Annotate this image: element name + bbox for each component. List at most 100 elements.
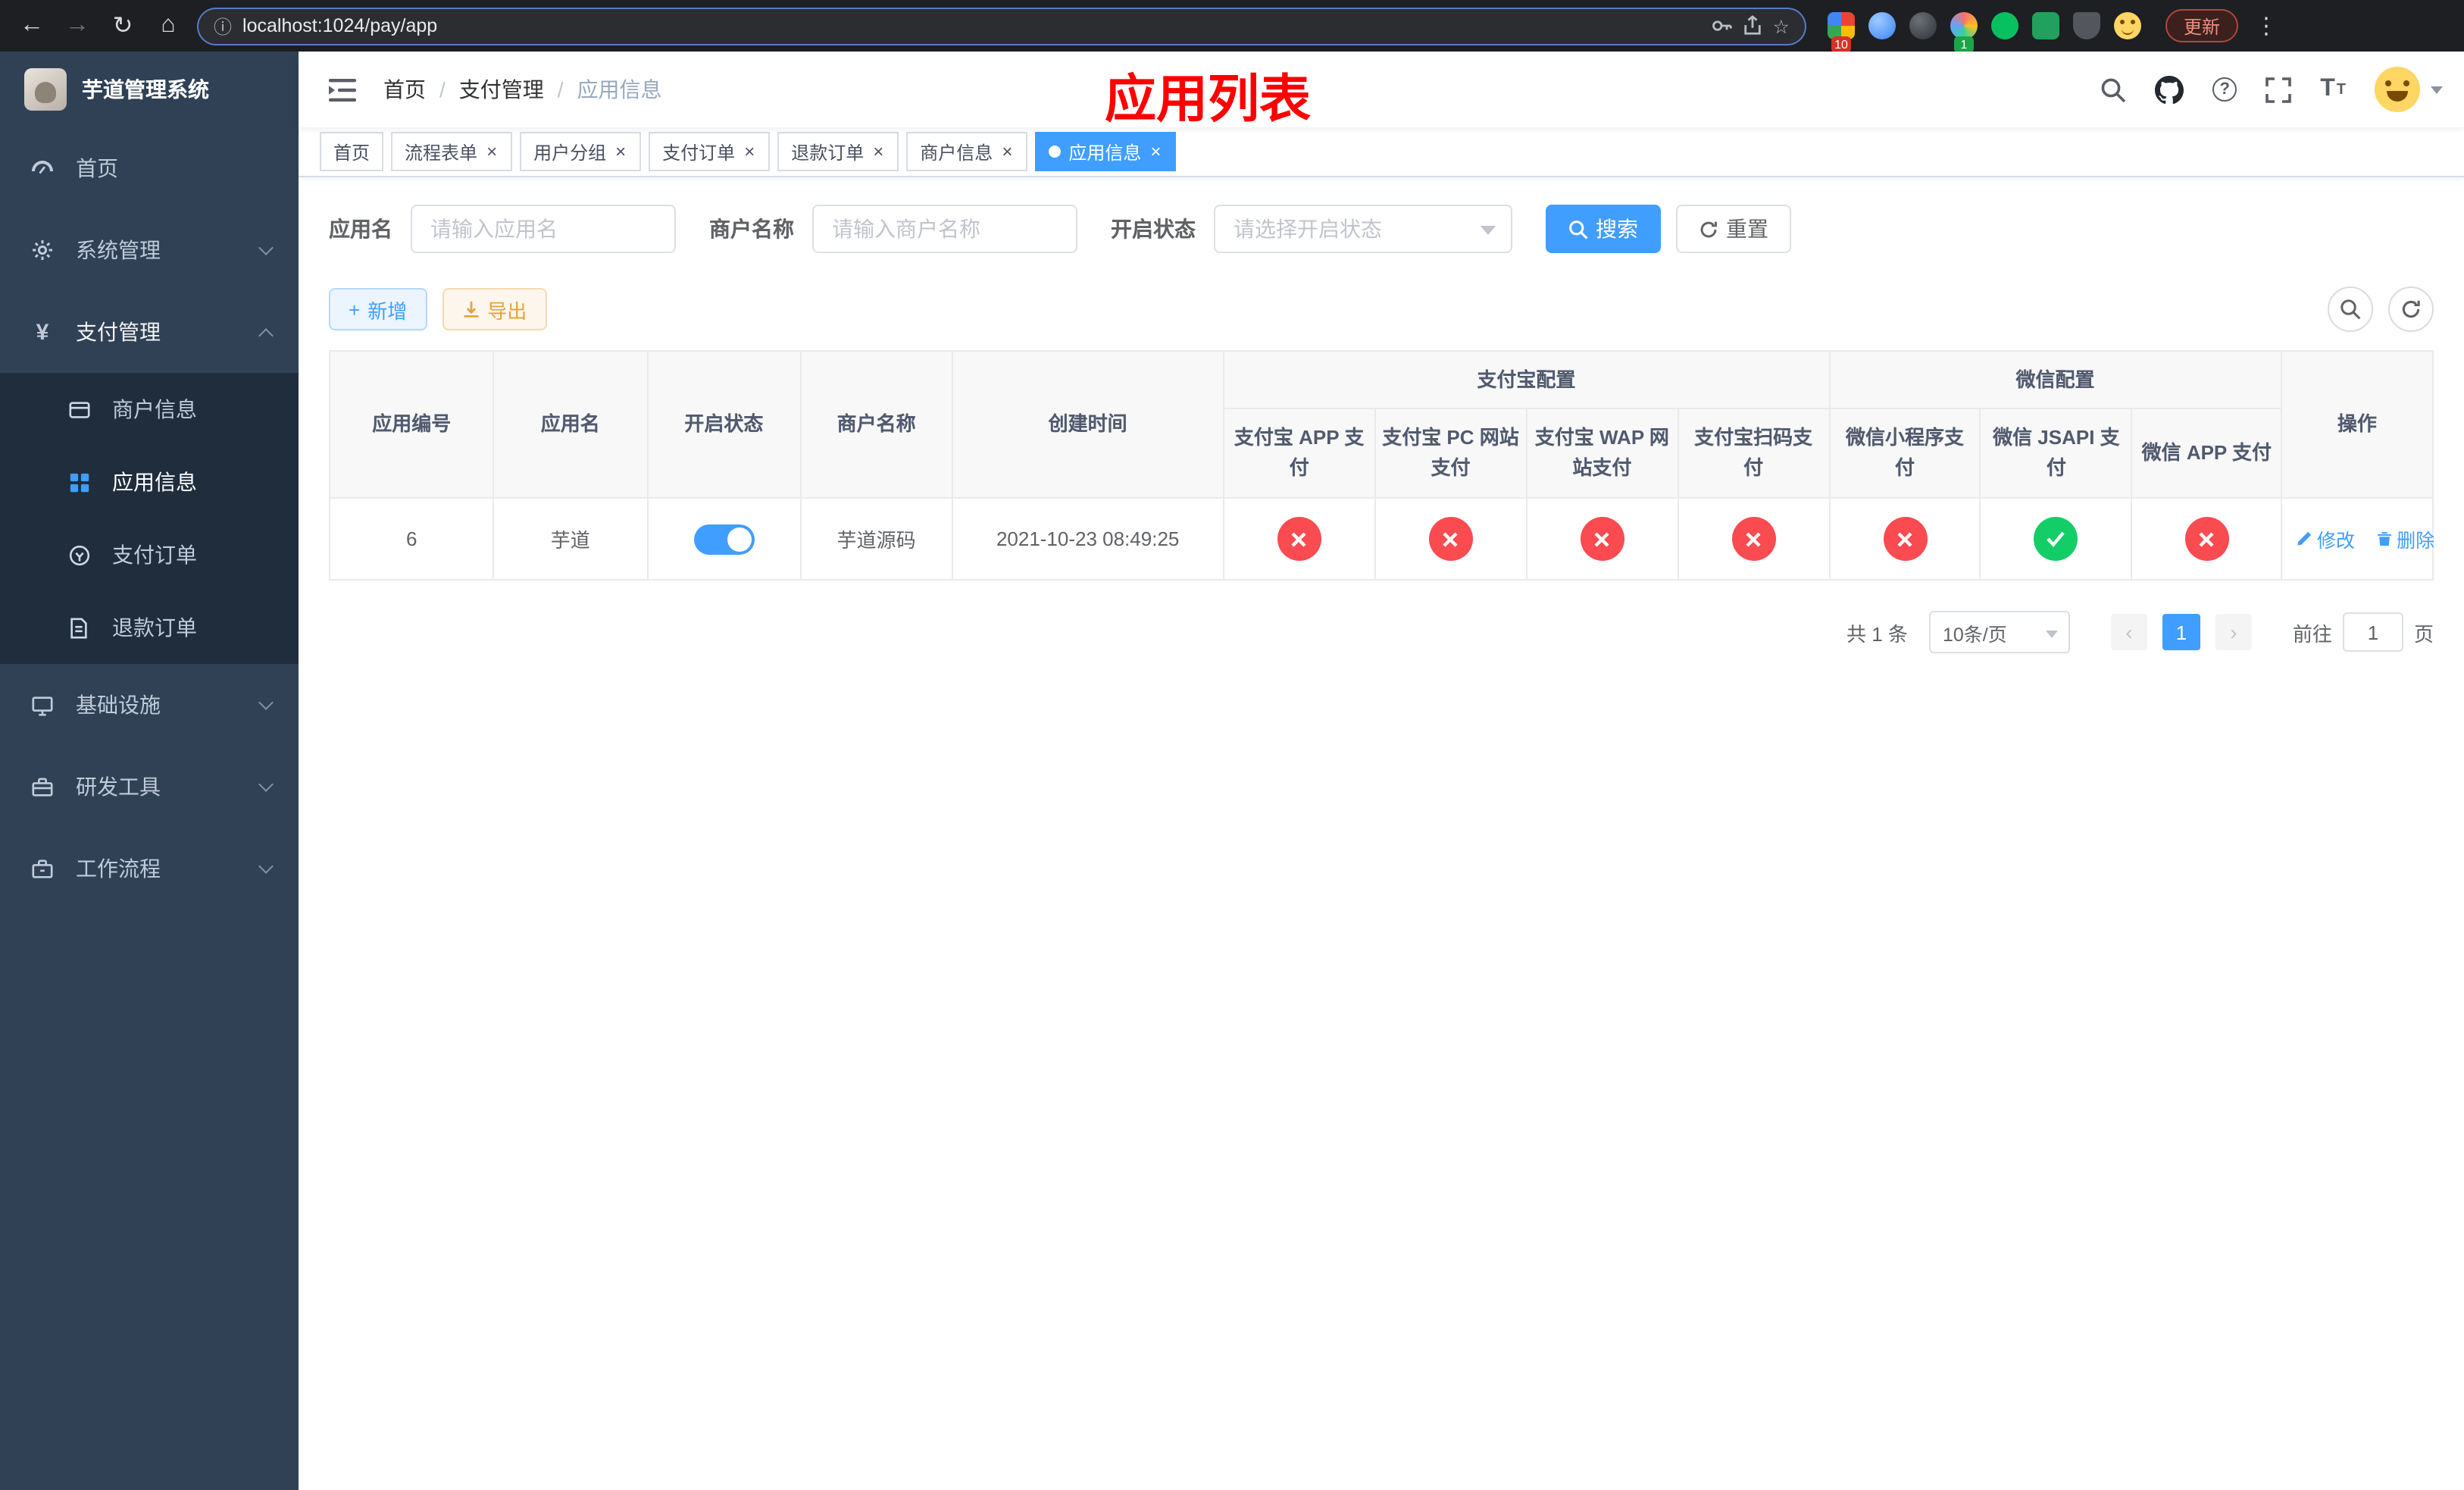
close-icon[interactable]: ×	[485, 142, 499, 161]
cell-merchant: 芋道源码	[799, 497, 953, 581]
export-button-label: 导出	[487, 299, 527, 322]
refresh-button[interactable]	[2388, 286, 2434, 332]
cell-wechat-app	[2131, 497, 2282, 581]
browser-chrome: ← → ↻ ⌂ ⓘ localhost:1024/pay/app ☆ 10 1 …	[0, 0, 2464, 53]
navbar-actions: ? TT	[2100, 67, 2443, 112]
browser-menu-icon[interactable]: ⋮	[2250, 12, 2282, 39]
site-info-icon[interactable]: ⓘ	[214, 13, 232, 39]
share-icon[interactable]	[1743, 15, 1762, 36]
extension-green-icon[interactable]	[2032, 12, 2059, 39]
screen: ← → ↻ ⌂ ⓘ localhost:1024/pay/app ☆ 10 1 …	[0, 0, 2464, 1490]
help-icon[interactable]: ?	[2212, 77, 2237, 102]
sidebar-item-system[interactable]: 系统管理	[0, 209, 299, 291]
font-size-icon[interactable]: TT	[2320, 76, 2346, 103]
browser-forward-button[interactable]: →	[61, 9, 94, 42]
tags-view-bar: 首页 流程表单 × 用户分组 × 支付订单 × 退款订单 × 商户信息 × 应用…	[299, 127, 2464, 177]
sidebar: 芋道管理系统 首页 系统管理 ¥ 支付管理 商户信息 应用信息 支付订单 退款订…	[0, 52, 299, 1490]
status-toggle[interactable]	[693, 524, 755, 554]
col-header-app-id: 应用编号	[328, 350, 495, 499]
app-name-input[interactable]	[411, 205, 676, 253]
sidebar-item-app-info[interactable]: 应用信息	[0, 446, 299, 518]
sidebar-toggle-icon[interactable]	[320, 78, 365, 101]
tab-pay-order[interactable]: 支付订单 ×	[649, 132, 771, 171]
goto-page-input[interactable]	[2342, 612, 2403, 652]
fullscreen-icon[interactable]	[2265, 77, 2292, 102]
page-size-select[interactable]: 10条/页	[1928, 611, 2070, 653]
reset-button-label: 重置	[1726, 217, 1768, 241]
search-button[interactable]: 搜索	[1546, 205, 1661, 253]
github-icon[interactable]	[2155, 75, 2184, 104]
browser-reload-button[interactable]: ↻	[106, 9, 139, 42]
browser-back-button[interactable]: ←	[15, 9, 48, 42]
sidebar-item-pay-order[interactable]: 支付订单	[0, 518, 299, 591]
close-icon[interactable]: ×	[1000, 142, 1014, 161]
browser-home-button[interactable]: ⌂	[152, 9, 185, 42]
sidebar-item-infrastructure[interactable]: 基础设施	[0, 664, 299, 746]
status-cross-icon	[1580, 517, 1624, 561]
tab-home[interactable]: 首页	[320, 132, 384, 171]
dashboard-icon	[30, 156, 55, 180]
extension-grid-icon[interactable]: 10	[1828, 12, 1855, 53]
tab-user-group[interactable]: 用户分组 ×	[520, 132, 642, 171]
close-icon[interactable]: ×	[1149, 142, 1162, 161]
toggle-search-button[interactable]	[2328, 286, 2373, 332]
extension-badge: 1	[1954, 36, 1974, 53]
add-button[interactable]: + 新增	[329, 288, 427, 330]
sidebar-item-refund-order[interactable]: 退款订单	[0, 591, 299, 664]
breadcrumb-separator: /	[557, 77, 564, 102]
col-header-wechat-app: 微信 APP 支付	[2131, 408, 2282, 499]
goto-suffix: 页	[2413, 622, 2434, 645]
reset-button[interactable]: 重置	[1676, 205, 1791, 253]
breadcrumb-payment[interactable]: 支付管理	[459, 74, 544, 105]
tab-merchant-info[interactable]: 商户信息 ×	[906, 132, 1028, 171]
address-bar[interactable]: ⓘ localhost:1024/pay/app ☆	[197, 7, 1806, 45]
tab-refund-order[interactable]: 退款订单 ×	[777, 132, 899, 171]
export-button[interactable]: 导出	[442, 288, 547, 330]
extension-wechat-devtools-icon[interactable]	[1991, 12, 2018, 39]
cell-wechat-jsapi	[1979, 497, 2133, 581]
tab-process-form[interactable]: 流程表单 ×	[391, 132, 513, 171]
sidebar-item-dev-tools[interactable]: 研发工具	[0, 746, 299, 828]
bookmark-star-icon[interactable]: ☆	[1773, 14, 1790, 37]
close-icon[interactable]: ×	[871, 142, 885, 161]
cell-alipay-wap	[1525, 497, 1679, 581]
col-header-wechat-jsapi: 微信 JSAPI 支付	[1979, 408, 2133, 499]
tab-app-info[interactable]: 应用信息 ×	[1035, 132, 1177, 171]
delete-button[interactable]: 删除	[2375, 524, 2434, 553]
prev-page-button[interactable]: ‹	[2110, 614, 2147, 650]
sidebar-menu: 首页 系统管理 ¥ 支付管理 商户信息 应用信息 支付订单 退款订单 基础设施 …	[0, 127, 299, 909]
tab-label: 商户信息	[920, 142, 993, 163]
monitor-icon	[30, 693, 55, 716]
toolbox-icon	[30, 775, 55, 798]
close-icon[interactable]: ×	[614, 142, 627, 161]
sidebar-item-merchant-info[interactable]: 商户信息	[0, 373, 299, 446]
goto-label: 前往	[2292, 622, 2332, 645]
extension-globe-icon[interactable]	[1909, 12, 1937, 39]
user-menu[interactable]	[2375, 67, 2443, 112]
extension-colorful-icon[interactable]: 1	[1950, 12, 1978, 53]
page-1-button[interactable]: 1	[2162, 614, 2200, 650]
password-key-icon[interactable]	[1711, 15, 1732, 36]
sidebar-item-label: 支付订单	[112, 543, 197, 567]
sidebar-item-payment[interactable]: ¥ 支付管理	[0, 291, 299, 373]
chrome-update-button[interactable]: 更新	[2165, 9, 2239, 42]
search-icon[interactable]	[2100, 77, 2126, 102]
col-header-alipay-pc: 支付宝 PC 网站支付	[1374, 408, 1527, 499]
sidebar-item-home[interactable]: 首页	[0, 127, 299, 209]
page-size-value: 10条/页	[1942, 624, 2007, 645]
status-cross-icon	[1277, 517, 1321, 561]
extension-blue-icon[interactable]	[1868, 12, 1896, 39]
breadcrumb-home[interactable]: 首页	[383, 74, 426, 105]
merchant-name-input[interactable]	[812, 205, 1077, 253]
cell-wechat-mini	[1828, 497, 1981, 581]
edit-button[interactable]: 修改	[2296, 524, 2355, 553]
sidebar-item-workflow[interactable]: 工作流程	[0, 828, 299, 909]
browser-profile-avatar[interactable]	[2114, 12, 2141, 39]
status-label: 开启状态	[1111, 217, 1196, 241]
status-select[interactable]: 请选择开启状态	[1214, 205, 1512, 253]
sidebar-logo[interactable]: 芋道管理系统	[0, 52, 299, 127]
card-icon	[67, 398, 91, 421]
close-icon[interactable]: ×	[743, 142, 756, 161]
extension-pin-icon[interactable]	[2073, 12, 2100, 39]
next-page-button[interactable]: ›	[2215, 614, 2252, 650]
